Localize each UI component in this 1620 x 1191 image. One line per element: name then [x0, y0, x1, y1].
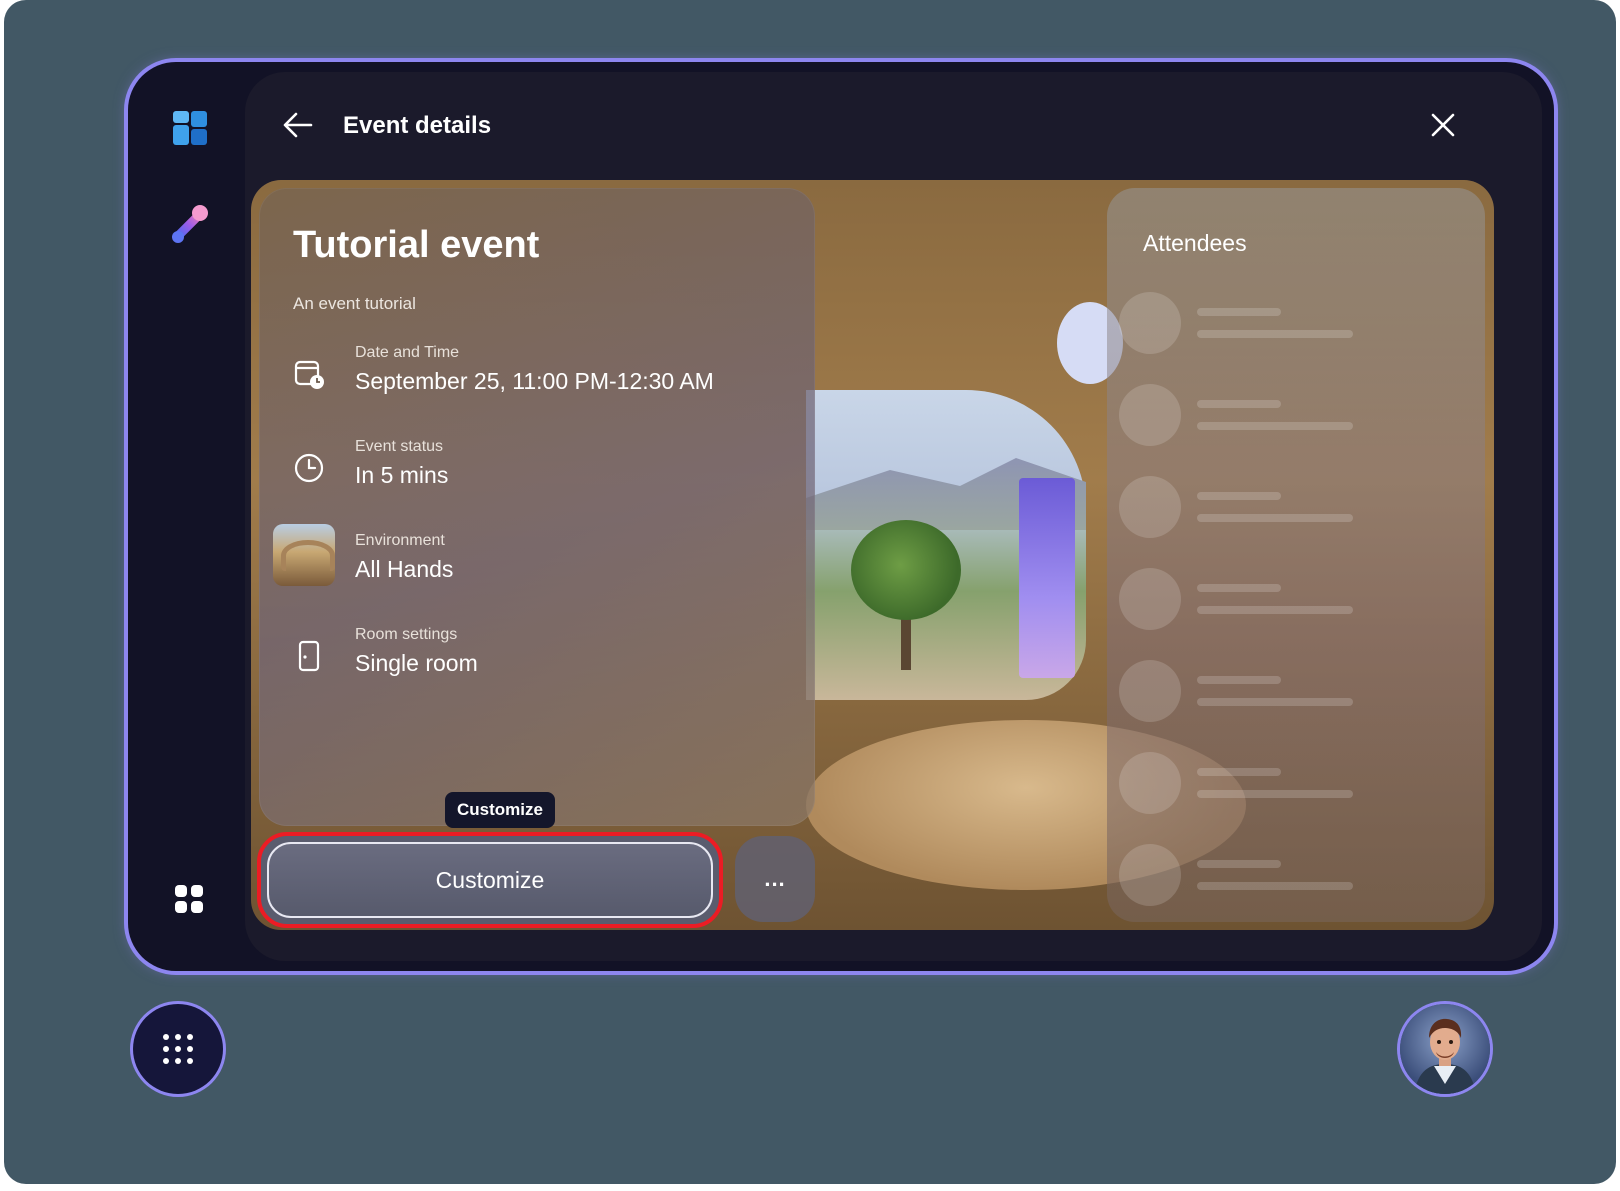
detail-event-status: Event status In 5 mins: [273, 438, 793, 502]
door-icon: [289, 636, 329, 676]
placeholder-line: [1197, 698, 1353, 706]
attendee-avatar-placeholder: [1119, 660, 1181, 722]
detail-label: Environment: [355, 532, 445, 549]
placeholder-line: [1197, 514, 1353, 522]
back-arrow-icon[interactable]: [281, 108, 315, 142]
attendee-placeholder-row: [1119, 292, 1419, 356]
more-options-icon: ...: [764, 866, 786, 891]
placeholder-line: [1197, 768, 1281, 776]
mesh-icon[interactable]: [168, 202, 212, 246]
placeholder-line: [1197, 308, 1281, 316]
environment-thumbnail: [273, 524, 335, 586]
attendee-placeholder-row: [1119, 476, 1419, 540]
more-options-button[interactable]: ...: [735, 836, 815, 922]
scene-banner: [1019, 478, 1075, 678]
attendee-placeholder-row: [1119, 384, 1419, 448]
attendee-placeholder-row: [1119, 660, 1419, 724]
placeholder-line: [1197, 606, 1353, 614]
launcher-dots-icon: [163, 1034, 193, 1064]
apps-grid-icon[interactable]: [174, 884, 204, 914]
attendees-title: Attendees: [1143, 230, 1247, 256]
attendee-avatar-placeholder: [1119, 844, 1181, 906]
event-description: An event tutorial: [293, 294, 416, 313]
customize-button-label: Customize: [435, 866, 545, 893]
attendee-avatar-placeholder: [1119, 752, 1181, 814]
app-window: Event details Tutorial event An event tu…: [128, 62, 1554, 971]
placeholder-line: [1197, 492, 1281, 500]
panel-header: Event details: [245, 72, 1542, 172]
close-icon[interactable]: [1426, 108, 1460, 142]
clock-icon: [289, 448, 329, 488]
attendee-avatar-placeholder: [1119, 476, 1181, 538]
detail-date-time: Date and Time September 25, 11:00 PM-12:…: [273, 344, 793, 408]
placeholder-line: [1197, 400, 1281, 408]
page-title: Event details: [343, 112, 492, 139]
event-name: Tutorial event: [293, 224, 540, 266]
scene-tree: [851, 520, 961, 620]
detail-label: Event status: [355, 438, 444, 455]
attendee-avatar-placeholder: [1119, 292, 1181, 354]
placeholder-line: [1197, 330, 1353, 338]
attendee-placeholder-row: [1119, 752, 1419, 816]
detail-value: Single room: [355, 650, 478, 676]
attendee-placeholder-row: [1119, 568, 1419, 632]
detail-value: September 25, 11:00 PM-12:30 AM: [355, 368, 714, 394]
placeholder-line: [1197, 422, 1353, 430]
attendees-panel: Attendees: [1107, 188, 1485, 922]
event-details-panel: Event details Tutorial event An event tu…: [245, 72, 1542, 961]
event-info-card: Tutorial event An event tutorial Date an…: [259, 188, 815, 828]
detail-environment: Environment All Hands: [273, 524, 793, 596]
attendee-avatar-placeholder: [1119, 568, 1181, 630]
launcher-button[interactable]: [133, 1004, 223, 1094]
environment-preview: Tutorial event An event tutorial Date an…: [251, 180, 1494, 930]
attendee-placeholder-row: [1119, 844, 1419, 908]
placeholder-line: [1197, 584, 1281, 592]
calendar-clock-icon: [289, 354, 329, 394]
placeholder-line: [1197, 790, 1353, 798]
profile-avatar[interactable]: [1400, 1004, 1490, 1094]
detail-label: Room settings: [355, 626, 458, 643]
detail-room-settings: Room settings Single room: [273, 626, 793, 690]
detail-value: All Hands: [355, 556, 454, 582]
customize-button[interactable]: Customize: [257, 832, 723, 928]
placeholder-line: [1197, 676, 1281, 684]
windows-icon[interactable]: [172, 110, 208, 146]
detail-value: In 5 mins: [355, 462, 449, 488]
desktop-background: Event details Tutorial event An event tu…: [4, 0, 1616, 1184]
detail-label: Date and Time: [355, 344, 460, 361]
placeholder-line: [1197, 860, 1281, 868]
customize-tooltip: Customize: [445, 792, 555, 828]
attendee-avatar-placeholder: [1119, 384, 1181, 446]
placeholder-line: [1197, 882, 1353, 890]
